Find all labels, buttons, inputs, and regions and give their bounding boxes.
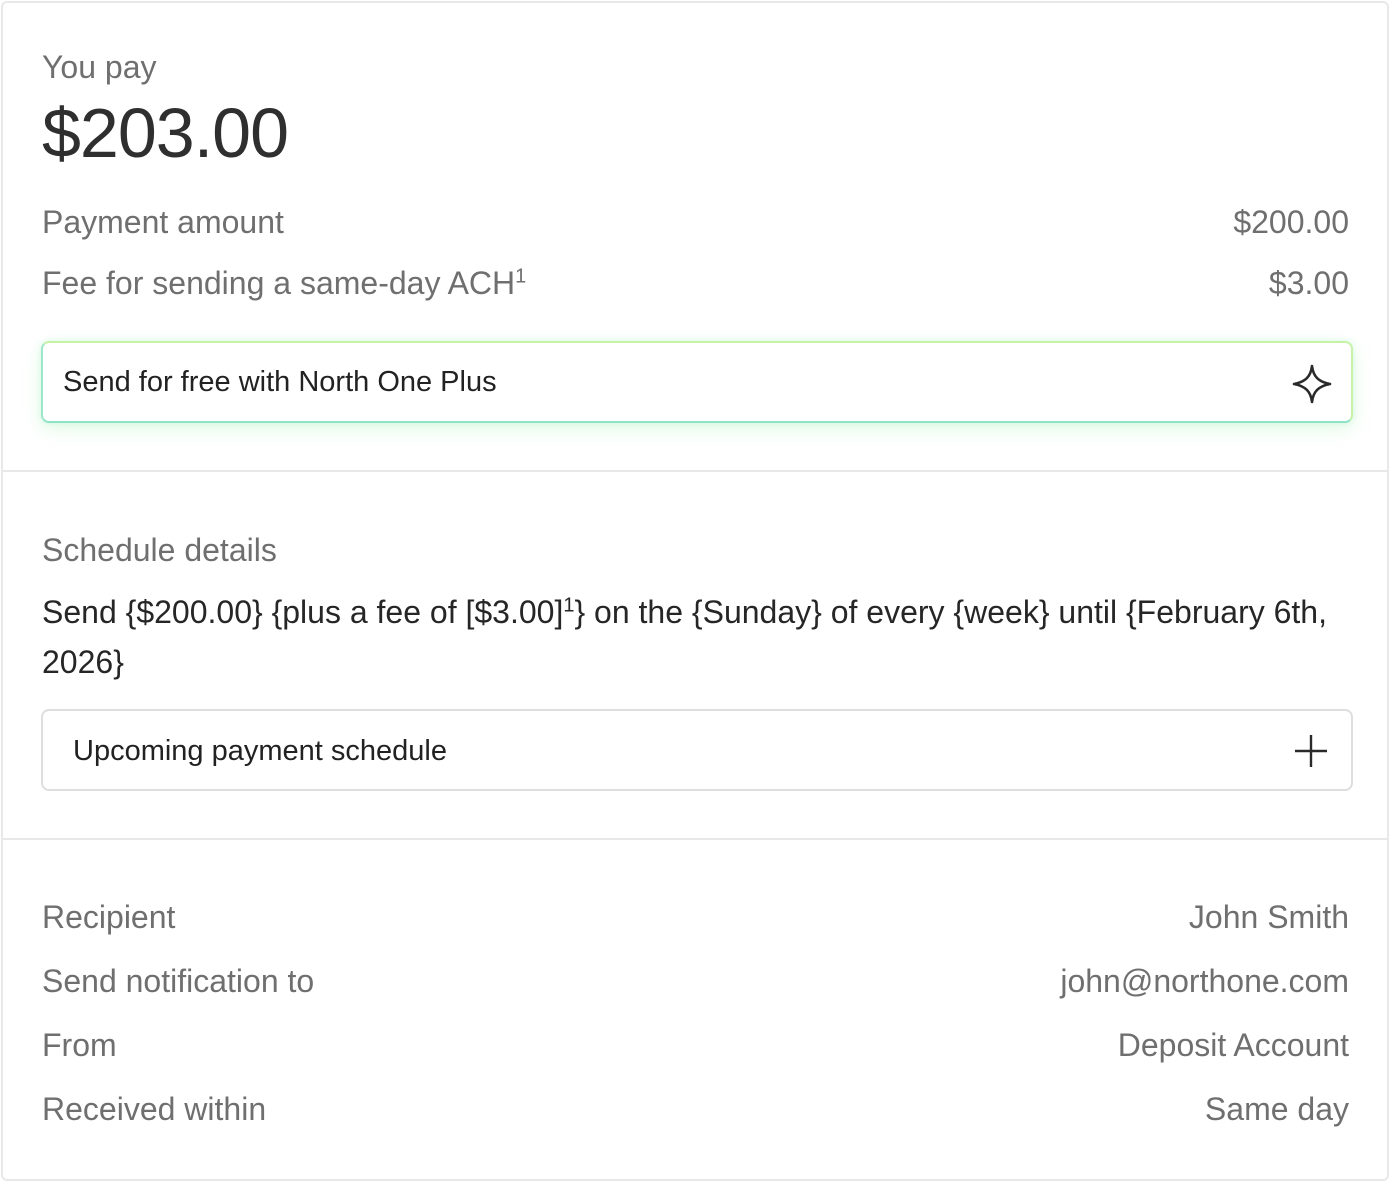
payment-summary-section: You pay $203.00 Payment amount $200.00 F…: [3, 3, 1387, 471]
total-amount: $203.00: [42, 94, 289, 172]
payment-review-card: You pay $203.00 Payment amount $200.00 F…: [1, 1, 1389, 1181]
fee-label-text: Fee for sending a same-day ACH: [42, 265, 516, 301]
upsell-label: Send for free with North One Plus: [63, 366, 497, 398]
schedule-text-part1: Send {$200.00} {plus a fee of [$3.00]: [42, 594, 564, 630]
payment-amount-value: $200.00: [1233, 204, 1349, 240]
sparkle-icon: [1292, 364, 1332, 404]
fee-value: $3.00: [1268, 265, 1349, 301]
fee-label: Fee for sending a same-day ACH1: [42, 263, 526, 303]
upcoming-payment-schedule-accordion[interactable]: Upcoming payment schedule: [41, 709, 1353, 791]
you-pay-label: You pay: [42, 49, 157, 85]
recipient-label: Recipient: [42, 899, 176, 935]
plus-icon: [1295, 735, 1327, 767]
schedule-footnote-marker: 1: [563, 594, 575, 617]
payment-amount-label: Payment amount: [42, 204, 284, 240]
north-one-plus-upsell-button[interactable]: Send for free with North One Plus: [41, 341, 1353, 423]
recipient-value: John Smith: [1188, 899, 1349, 935]
fee-footnote-marker[interactable]: 1: [515, 265, 526, 287]
accordion-label: Upcoming payment schedule: [73, 735, 447, 767]
notification-label: Send notification to: [42, 963, 315, 999]
schedule-details-title: Schedule details: [42, 532, 277, 568]
received-within-value: Same day: [1204, 1091, 1349, 1127]
notification-value: john@northone.com: [1060, 963, 1349, 999]
schedule-description: Send {$200.00} {plus a fee of [$3.00]1} …: [42, 587, 1362, 687]
from-value: Deposit Account: [1117, 1027, 1349, 1063]
received-within-label: Received within: [42, 1091, 267, 1127]
payment-details-section: Recipient John Smith Send notification t…: [3, 840, 1387, 1180]
from-label: From: [42, 1027, 117, 1063]
